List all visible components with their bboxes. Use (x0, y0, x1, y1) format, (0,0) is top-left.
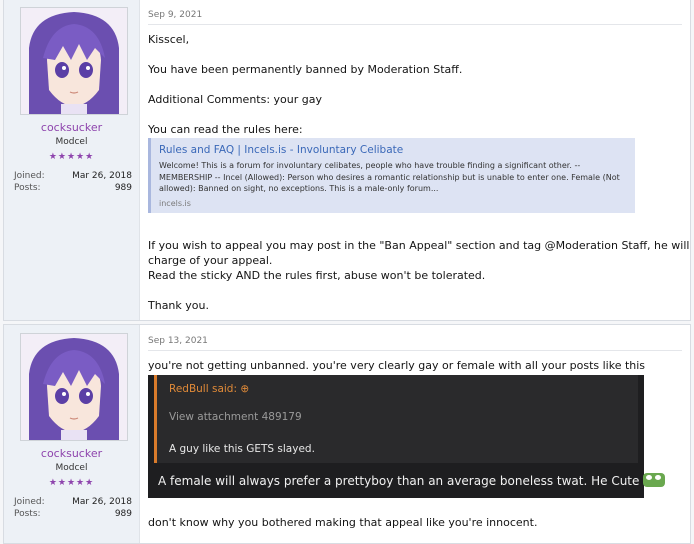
post-text-line: You can read the rules here: (148, 123, 303, 136)
posts-value: 989 (114, 183, 132, 193)
posts-stat: Posts: 989 (14, 509, 132, 519)
user-panel: cocksucker Modcel ★★★★★ Joined: Mar 26, … (4, 325, 140, 543)
post-1: cocksucker Modcel ★★★★★ Joined: Mar 26, … (3, 0, 694, 321)
joined-value: Mar 26, 2018 (72, 497, 132, 507)
post-text-line: Additional Comments: your gay (148, 93, 323, 106)
link-unfurl[interactable]: Rules and FAQ | Incels.is - Involuntary … (148, 138, 635, 213)
quote-block: RedBull said: ⊕ View attachment 489179 A… (154, 375, 638, 463)
posts-label: Posts: (14, 509, 41, 519)
avatar[interactable] (20, 7, 128, 115)
post-text-line: charge of your appeal. (148, 254, 273, 267)
post-text-line: You have been permanently banned by Mode… (148, 63, 463, 76)
post-text-line: Read the sticky AND the rules first, abu… (148, 269, 486, 282)
unfurl-domain: incels.is (159, 199, 191, 208)
post-date[interactable]: Sep 13, 2021 (148, 336, 208, 346)
post-date[interactable]: Sep 9, 2021 (148, 10, 202, 20)
username[interactable]: cocksucker (4, 447, 139, 460)
post-text-line: Kisscel, (148, 33, 190, 46)
attachment-link: View attachment 489179 (169, 411, 302, 423)
username[interactable]: cocksucker (4, 121, 139, 134)
avatar-image (21, 8, 127, 114)
joined-label: Joined: (14, 171, 45, 181)
posts-label: Posts: (14, 183, 41, 193)
joined-label: Joined: (14, 497, 45, 507)
quote-text: A guy like this GETS slayed. (169, 443, 315, 455)
unfurl-title[interactable]: Rules and FAQ | Incels.is - Involuntary … (159, 144, 403, 156)
avatar[interactable] (20, 333, 128, 441)
post-text-line: you're not getting unbanned. you're very… (148, 359, 646, 372)
post-2: cocksucker Modcel ★★★★★ Joined: Mar 26, … (3, 324, 691, 544)
embedded-screenshot: RedBull said: ⊕ View attachment 489179 A… (148, 375, 666, 498)
quote-author[interactable]: RedBull said: ⊕ (169, 383, 249, 395)
joined-stat: Joined: Mar 26, 2018 (14, 171, 132, 181)
joined-value: Mar 26, 2018 (72, 171, 132, 181)
reply-text-content: A female will always prefer a prettyboy … (158, 474, 640, 488)
post-text-line: don't know why you bothered making that … (148, 516, 538, 529)
posts-value: 989 (114, 509, 132, 519)
frog-emoji-icon (643, 473, 666, 487)
rating-stars: ★★★★★ (48, 152, 95, 162)
joined-stat: Joined: Mar 26, 2018 (14, 497, 132, 507)
unfurl-description: Welcome! This is a forum for involuntary… (159, 161, 620, 193)
user-title: Modcel (55, 463, 88, 473)
header-divider (148, 350, 682, 351)
user-title: Modcel (55, 137, 88, 147)
user-panel: cocksucker Modcel ★★★★★ Joined: Mar 26, … (4, 0, 140, 320)
rating-stars: ★★★★★ (48, 478, 95, 488)
post-text-line: Thank you. (148, 299, 209, 312)
avatar-image (21, 334, 127, 440)
reply-text: A female will always prefer a prettyboy … (158, 473, 666, 488)
header-divider (148, 24, 682, 25)
posts-stat: Posts: 989 (14, 183, 132, 193)
post-text-line: If you wish to appeal you may post in th… (148, 239, 694, 252)
